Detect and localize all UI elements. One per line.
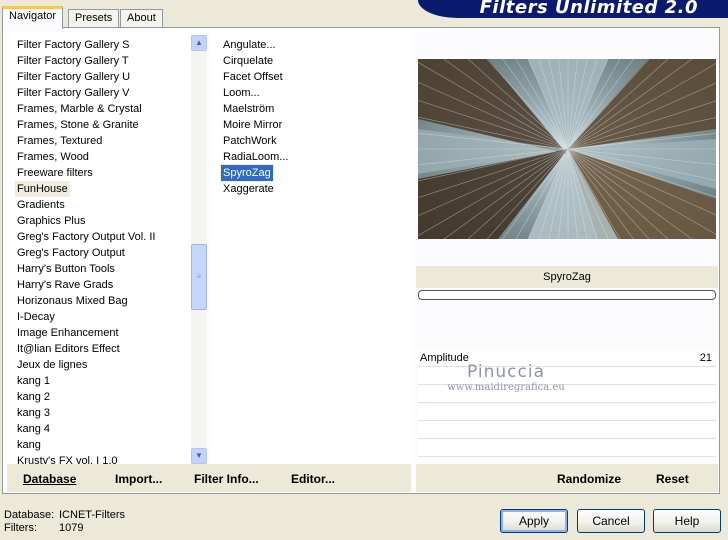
category-item[interactable]: Greg's Factory Output Vol. II: [15, 229, 157, 245]
filter-preview-image: [418, 59, 716, 239]
category-item[interactable]: kang: [15, 437, 43, 453]
filter-item[interactable]: Cirquelate: [221, 53, 275, 69]
category-item[interactable]: Frames, Textured: [15, 133, 104, 149]
category-item[interactable]: Filter Factory Gallery V: [15, 85, 131, 101]
database-info-label: Database:: [4, 509, 55, 521]
slider-value: 21: [699, 352, 712, 364]
category-item[interactable]: kang 2: [15, 389, 52, 405]
category-item[interactable]: Jeux de lignes: [15, 357, 89, 373]
slider-label: Amplitude: [420, 352, 469, 364]
apply-button[interactable]: Apply: [500, 509, 568, 533]
preview-graphic: [418, 59, 716, 239]
category-item[interactable]: Image Enhancement: [15, 325, 121, 341]
category-item[interactable]: kang 3: [15, 405, 52, 421]
category-item[interactable]: Filter Factory Gallery S: [15, 37, 131, 53]
slider-empty-3: [418, 404, 716, 421]
tab-presets[interactable]: Presets: [68, 9, 120, 28]
category-item[interactable]: Harry's Button Tools: [15, 261, 117, 277]
category-scrollbar[interactable]: ▲ ≡ ▼: [191, 35, 207, 465]
filters-count-value: 1079: [59, 522, 84, 534]
filter-item[interactable]: RadiaLoom...: [221, 149, 290, 165]
preview-button-strip: Randomize Reset: [416, 464, 718, 492]
category-item[interactable]: It@lian Editors Effect: [15, 341, 122, 357]
editor-button[interactable]: Editor...: [291, 472, 335, 486]
filter-item[interactable]: Loom...: [221, 85, 262, 101]
randomize-button[interactable]: Randomize: [557, 472, 621, 486]
filter-item[interactable]: Facet Offset: [221, 69, 285, 85]
filter-item[interactable]: Moire Mirror: [221, 117, 284, 133]
filter-item[interactable]: Maelström: [221, 101, 276, 117]
navigator-panel: Filter Factory Gallery S Filter Factory G…: [2, 27, 720, 494]
category-item[interactable]: Graphics Plus: [15, 213, 87, 229]
category-item[interactable]: Frames, Stone & Granite: [15, 117, 141, 133]
category-item[interactable]: FunHouse: [15, 181, 70, 197]
slider-amplitude[interactable]: Amplitude 21: [418, 350, 716, 367]
category-item[interactable]: Filter Factory Gallery T: [15, 53, 131, 69]
category-item[interactable]: kang 1: [15, 373, 52, 389]
category-item[interactable]: kang 4: [15, 421, 52, 437]
category-item[interactable]: Frames, Wood: [15, 149, 91, 165]
tab-navigator[interactable]: Navigator: [2, 6, 64, 29]
category-item[interactable]: Greg's Factory Output: [15, 245, 127, 261]
database-button[interactable]: Database: [23, 472, 76, 486]
scroll-up-button[interactable]: ▲: [191, 35, 207, 51]
filter-list[interactable]: Angulate... Cirquelate Facet Offset Loom...…: [211, 32, 411, 464]
filter-info-button[interactable]: Filter Info...: [194, 472, 259, 486]
category-item[interactable]: Freeware filters: [15, 165, 95, 181]
slider-empty-4: [418, 422, 716, 439]
category-item[interactable]: Gradients: [15, 197, 67, 213]
filter-item[interactable]: Xaggerate: [221, 181, 276, 197]
slider-empty-2: [418, 386, 716, 403]
help-button[interactable]: Help: [653, 509, 721, 533]
category-item[interactable]: Filter Factory Gallery U: [15, 69, 132, 85]
category-list[interactable]: Filter Factory Gallery S Filter Factory G…: [7, 32, 207, 490]
scroll-down-button[interactable]: ▼: [191, 448, 207, 464]
import-button[interactable]: Import...: [115, 472, 162, 486]
progress-bar: [418, 290, 716, 300]
filter-name-label: SpyroZag: [416, 266, 718, 288]
cancel-button[interactable]: Cancel: [577, 509, 645, 533]
database-info-value: ICNET-Filters: [59, 509, 125, 521]
category-item[interactable]: I-Decay: [15, 309, 57, 325]
tab-about[interactable]: About: [120, 9, 163, 28]
banner-title: Filters Unlimited 2.0: [479, 0, 698, 18]
filter-item[interactable]: SpyroZag: [220, 164, 274, 182]
slider-area: Amplitude 21 Pinuccia www.maidiregrafica…: [416, 302, 718, 462]
category-item[interactable]: Harry's Rave Grads: [15, 277, 115, 293]
slider-empty-1: [418, 368, 716, 385]
category-item[interactable]: Horizonaus Mixed Bag: [15, 293, 130, 309]
category-item[interactable]: Frames, Marble & Crystal: [15, 101, 144, 117]
filter-item[interactable]: Angulate...: [221, 37, 278, 53]
filter-item[interactable]: PatchWork: [221, 133, 279, 149]
filters-count-label: Filters:: [4, 522, 37, 534]
title-banner: Filters Unlimited 2.0: [418, 0, 728, 18]
reset-button[interactable]: Reset: [656, 472, 689, 486]
list-button-strip: Database Import... Filter Info... Editor…: [7, 464, 411, 492]
scroll-thumb[interactable]: ≡: [191, 244, 207, 310]
slider-empty-5: [418, 440, 716, 457]
preview-panel: SpyroZag Amplitude 21 Pinuccia www.maidi…: [416, 32, 718, 464]
